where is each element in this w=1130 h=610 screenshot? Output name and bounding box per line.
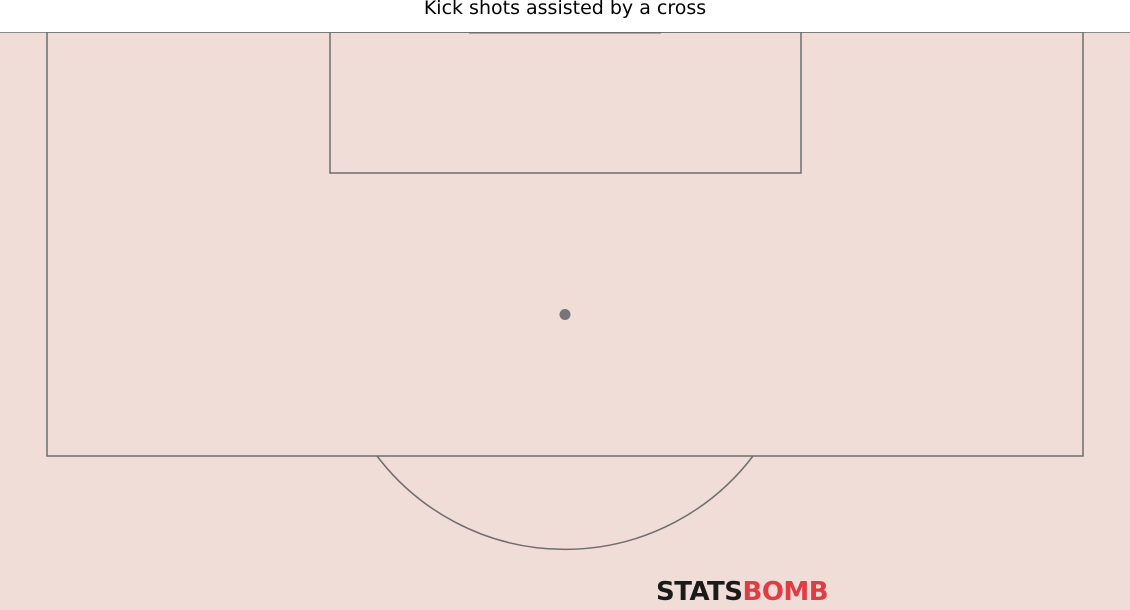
chart-title: Kick shots assisted by a cross	[423, 0, 707, 19]
pitch-background	[0, 32, 1130, 610]
shot-marker	[559, 309, 571, 321]
shots-layer	[559, 309, 571, 321]
title-band: Kick shots assisted by a cross	[0, 0, 1130, 32]
statsbomb-logo: STATSBOMB	[656, 576, 829, 608]
pitch-chart	[0, 30, 1130, 610]
logo-text-bomb: BOMB	[742, 577, 829, 607]
logo-text-stats: STATS	[656, 577, 743, 607]
